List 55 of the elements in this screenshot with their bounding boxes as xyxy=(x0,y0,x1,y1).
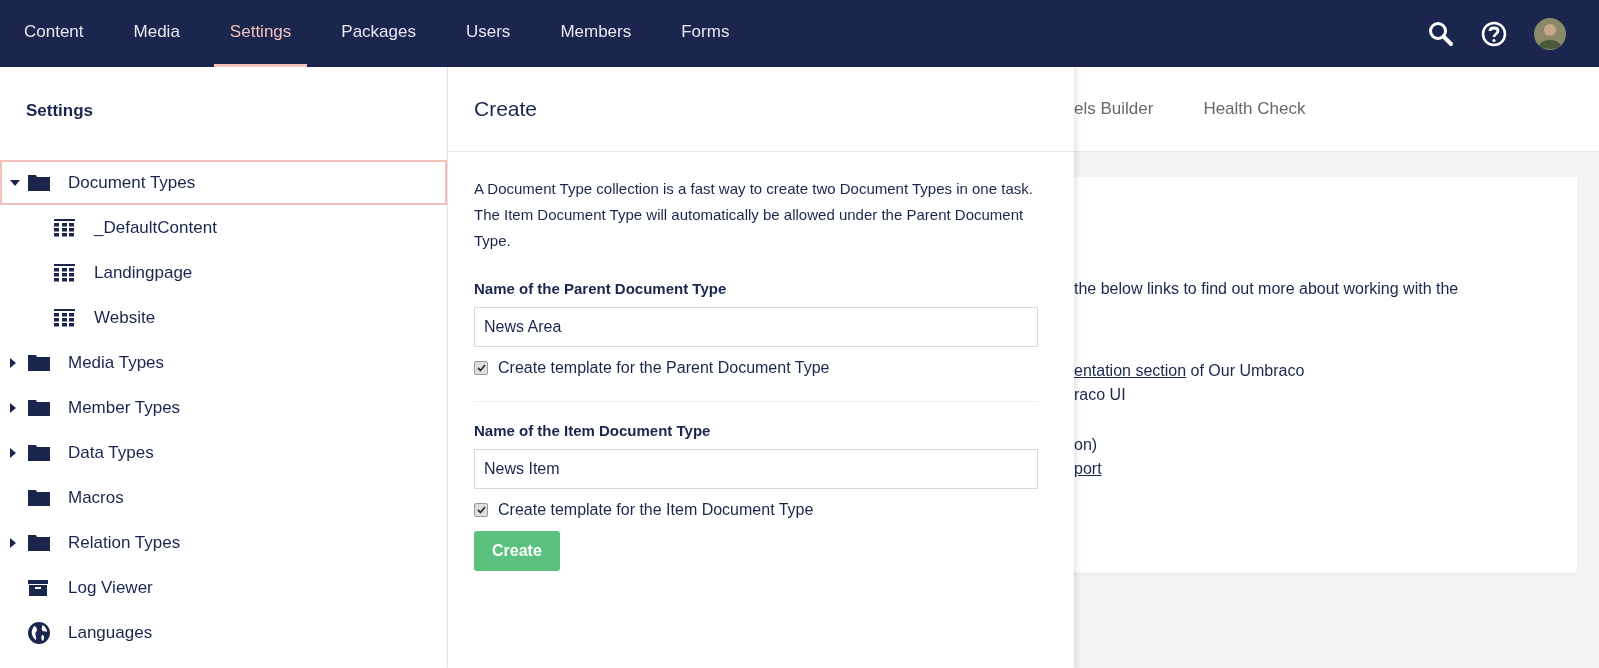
card-text: raco UI xyxy=(1074,386,1126,403)
tree-item[interactable]: Landingpage xyxy=(0,250,447,295)
description-text: A Document Type collection is a fast way to create two Document Types in one task. The Item Document Type will automatically be allowed under the Parent Document Type. xyxy=(474,179,1034,251)
app-tab[interactable]: els Builder xyxy=(1074,99,1154,119)
folder-icon xyxy=(28,174,50,191)
tree-item[interactable]: Data Types xyxy=(0,430,447,475)
caret-right-icon[interactable] xyxy=(10,537,16,548)
section-tab[interactable]: Content xyxy=(8,0,100,67)
section-tab[interactable]: Forms xyxy=(665,0,746,67)
folder-icon xyxy=(28,354,50,371)
link[interactable]: entation section xyxy=(1074,362,1187,379)
caret-down-icon[interactable] xyxy=(10,179,20,186)
card-text: the below links to find out more about working with the xyxy=(1074,280,1459,297)
tree-item[interactable]: Log Viewer xyxy=(0,565,447,610)
caret-right-icon[interactable] xyxy=(10,357,16,368)
search-icon[interactable] xyxy=(1428,20,1454,47)
caret-right-icon[interactable] xyxy=(10,402,16,413)
tree-item[interactable]: Website xyxy=(0,295,447,340)
grid-icon xyxy=(54,218,75,237)
grid-icon xyxy=(54,308,75,327)
folder-icon xyxy=(28,444,50,461)
field-label: Name of the Parent Document Type xyxy=(474,280,728,297)
tree-item[interactable]: Languages xyxy=(0,610,447,655)
link[interactable]: port xyxy=(1074,460,1102,477)
checkbox[interactable] xyxy=(474,503,488,517)
sidebar-title: Settings xyxy=(25,100,95,122)
section-tab[interactable]: Packages xyxy=(325,0,432,67)
card-text: on) xyxy=(1074,436,1098,453)
tree-item[interactable]: Document Types xyxy=(0,160,447,205)
globe-icon xyxy=(28,621,50,644)
tree-item[interactable]: Media Types xyxy=(0,340,447,385)
folder-icon xyxy=(28,399,50,416)
name-field[interactable]: News Item xyxy=(474,449,1038,489)
field-label: Name of the Item Document Type xyxy=(474,422,712,439)
checkbox-label: Create template for the Parent Document Type xyxy=(498,359,830,377)
folder-icon xyxy=(28,489,50,506)
folder-icon xyxy=(28,534,50,551)
app-tab[interactable]: Health Check xyxy=(1203,99,1306,119)
grid-icon xyxy=(54,263,75,282)
checkbox-label: Create template for the Item Document Type xyxy=(498,501,814,519)
help-icon[interactable] xyxy=(1481,20,1507,47)
panel-title: Create xyxy=(474,97,538,121)
caret-right-icon[interactable] xyxy=(10,447,16,458)
tree-item[interactable]: Member Types xyxy=(0,385,447,430)
user-avatar[interactable] xyxy=(1534,17,1566,50)
section-tab[interactable]: Media xyxy=(117,0,196,67)
section-tab[interactable]: Users xyxy=(449,0,527,67)
archive-icon xyxy=(28,579,48,596)
section-tab[interactable]: Members xyxy=(544,0,648,67)
tree-item[interactable]: _DefaultContent xyxy=(0,205,447,250)
tree-item[interactable]: Relation Types xyxy=(0,520,447,565)
checkbox[interactable] xyxy=(474,361,488,375)
card-text: of Our Umbraco xyxy=(1189,362,1305,379)
name-field[interactable]: News Area xyxy=(474,307,1038,347)
tree-item[interactable]: Macros xyxy=(0,475,447,520)
